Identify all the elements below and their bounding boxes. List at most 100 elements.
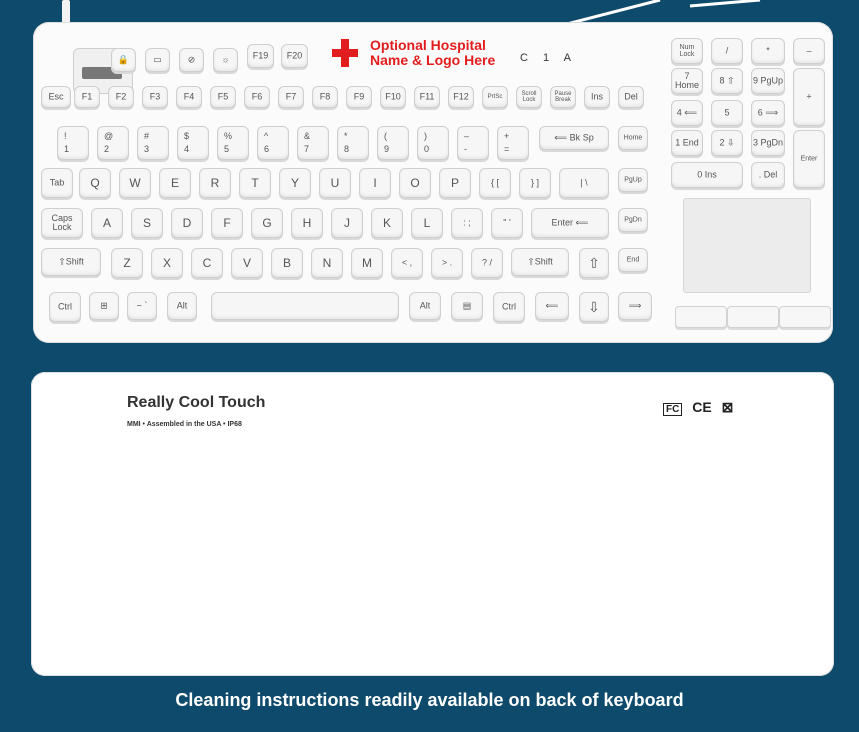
key-ins[interactable]: Ins (584, 86, 610, 108)
key-w[interactable]: W (119, 168, 151, 198)
key-1[interactable]: ! 1 (57, 126, 89, 160)
key-f1[interactable]: F1 (74, 86, 100, 108)
key-e[interactable]: E (159, 168, 191, 198)
windows-icon[interactable]: ⊞ (89, 292, 119, 320)
key-shift-left[interactable]: ⇧Shift (41, 248, 101, 276)
mute-icon[interactable]: ⊘ (179, 48, 204, 72)
key-bracket-right[interactable]: } ] (519, 168, 551, 198)
key-num-0[interactable]: 0 Ins (671, 162, 743, 188)
key-f3[interactable]: F3 (142, 86, 168, 108)
key-bracket-left[interactable]: { [ (479, 168, 511, 198)
key-num-2[interactable]: 2 ⇩ (711, 130, 743, 156)
key-home[interactable]: Home (618, 126, 648, 150)
key-num-minus[interactable]: – (793, 38, 825, 64)
key-7[interactable]: & 7 (297, 126, 329, 160)
key-f[interactable]: F (211, 208, 243, 238)
key-8[interactable]: * 8 (337, 126, 369, 160)
monitor-icon[interactable]: ▭ (145, 48, 170, 72)
key-ctrl-right[interactable]: Ctrl (493, 292, 525, 322)
key-z[interactable]: Z (111, 248, 143, 278)
key-num-4[interactable]: 4 ⟸ (671, 100, 703, 126)
key-f2[interactable]: F2 (108, 86, 134, 108)
key-backslash[interactable]: | \ (559, 168, 609, 198)
key-f8[interactable]: F8 (312, 86, 338, 108)
key-4[interactable]: $4 (177, 126, 209, 160)
key-r[interactable]: R (199, 168, 231, 198)
key-semicolon[interactable]: : ; (451, 208, 483, 238)
key-num-decimal[interactable]: . Del (751, 162, 785, 188)
key-o[interactable]: O (399, 168, 431, 198)
key-2[interactable]: @2 (97, 126, 129, 160)
key-t[interactable]: T (239, 168, 271, 198)
touchpad-middle-button[interactable] (727, 306, 779, 328)
key-num-1[interactable]: 1 End (671, 130, 703, 156)
key-shift-right[interactable]: ⇧Shift (511, 248, 569, 276)
key-d[interactable]: D (171, 208, 203, 238)
key-end[interactable]: End (618, 248, 648, 272)
key-0[interactable]: ) 0 (417, 126, 449, 160)
key-f6[interactable]: F6 (244, 86, 270, 108)
key-f19[interactable]: F19 (247, 44, 274, 68)
key-5[interactable]: % 5 (217, 126, 249, 160)
key-v[interactable]: V (231, 248, 263, 278)
key-3[interactable]: #3 (137, 126, 169, 160)
lock-icon[interactable]: 🔒 (111, 48, 136, 72)
key-arrow-down[interactable]: ⇩ (579, 292, 609, 322)
key-num-5[interactable]: 5 (711, 100, 743, 126)
key-c[interactable]: C (191, 248, 223, 278)
key-y[interactable]: Y (279, 168, 311, 198)
key-arrow-up[interactable]: ⇧ (579, 248, 609, 278)
key-backspace[interactable]: ⟸ Bk Sp (539, 126, 609, 150)
key-esc[interactable]: Esc (41, 86, 71, 108)
key-j[interactable]: J (331, 208, 363, 238)
key-i[interactable]: I (359, 168, 391, 198)
menu-icon[interactable]: ▤ (451, 292, 483, 320)
key-num-multiply[interactable]: * (751, 38, 785, 64)
key-m[interactable]: M (351, 248, 383, 278)
key-arrow-left[interactable]: ⟸ (535, 292, 569, 320)
key-num-6[interactable]: 6 ⟹ (751, 100, 785, 126)
key-num-8[interactable]: 8 ⇧ (711, 68, 743, 94)
key-num-divide[interactable]: / (711, 38, 743, 64)
touchpad-left-button[interactable] (675, 306, 727, 328)
touchpad[interactable] (683, 198, 811, 293)
key-g[interactable]: G (251, 208, 283, 238)
key-minus[interactable]: – - (457, 126, 489, 160)
key-pgdn[interactable]: PgDn (618, 208, 648, 232)
key-comma[interactable]: < , (391, 248, 423, 278)
key-6[interactable]: ^ 6 (257, 126, 289, 160)
key-f20[interactable]: F20 (281, 44, 308, 68)
key-enter[interactable]: Enter ⟸ (531, 208, 609, 238)
touchpad-right-button[interactable] (779, 306, 831, 328)
key-f4[interactable]: F4 (176, 86, 202, 108)
key-pgup[interactable]: PgUp (618, 168, 648, 192)
key-alt-right[interactable]: Alt (409, 292, 441, 320)
key-period[interactable]: > . (431, 248, 463, 278)
key-u[interactable]: U (319, 168, 351, 198)
key-n[interactable]: N (311, 248, 343, 278)
key-space[interactable] (211, 292, 399, 320)
key-caps-lock[interactable]: Caps Lock (41, 208, 83, 238)
key-num-7[interactable]: 7 Home (671, 68, 703, 94)
brightness-icon[interactable]: ☼ (213, 48, 238, 72)
key-tilde[interactable]: ~ ` (127, 292, 157, 320)
key-tab[interactable]: Tab (41, 168, 73, 198)
key-f9[interactable]: F9 (346, 86, 372, 108)
key-quote[interactable]: " ' (491, 208, 523, 238)
key-f10[interactable]: F10 (380, 86, 406, 108)
key-del[interactable]: Del (618, 86, 644, 108)
key-num-9[interactable]: 9 PgUp (751, 68, 785, 94)
key-a[interactable]: A (91, 208, 123, 238)
key-slash[interactable]: ? / (471, 248, 503, 278)
key-equals[interactable]: + = (497, 126, 529, 160)
key-f5[interactable]: F5 (210, 86, 236, 108)
key-h[interactable]: H (291, 208, 323, 238)
key-f11[interactable]: F11 (414, 86, 440, 108)
key-k[interactable]: K (371, 208, 403, 238)
key-9[interactable]: (9 (377, 126, 409, 160)
key-num-3[interactable]: 3 PgDn (751, 130, 785, 156)
key-f7[interactable]: F7 (278, 86, 304, 108)
key-prtsc[interactable]: PrtSc (482, 86, 508, 108)
key-q[interactable]: Q (79, 168, 111, 198)
key-s[interactable]: S (131, 208, 163, 238)
